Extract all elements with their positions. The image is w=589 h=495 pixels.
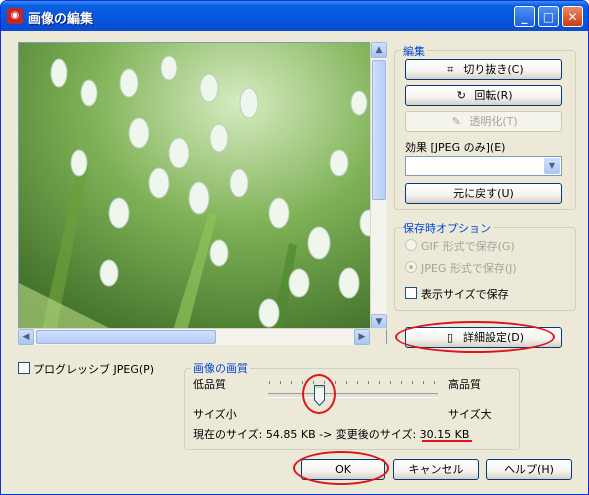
progressive-jpeg-label: プログレッシブ JPEG(P) bbox=[33, 363, 155, 376]
slider-tick bbox=[335, 381, 336, 384]
jpeg-radio-label: JPEG 形式で保存(J) bbox=[421, 262, 517, 275]
scroll-right-icon[interactable]: ▶ bbox=[354, 329, 370, 345]
transparent-button[interactable]: ✎ 透明化(T) bbox=[405, 111, 562, 132]
slider-tick bbox=[269, 381, 270, 384]
horizontal-scroll-thumb[interactable] bbox=[36, 330, 216, 344]
transparent-label: 透明化(T) bbox=[469, 115, 518, 128]
slider-tick bbox=[401, 381, 402, 384]
crop-icon: ⌗ bbox=[447, 63, 454, 76]
scroll-left-icon[interactable]: ◀ bbox=[18, 329, 34, 345]
slider-tick bbox=[379, 381, 380, 384]
size-info-prefix: 現在のサイズ: 54.85 KB -> 変更後のサイズ: bbox=[193, 428, 420, 441]
rotate-label: 回転(R) bbox=[474, 89, 513, 102]
high-quality-label: 高品質 bbox=[448, 378, 481, 391]
display-size-label: 表示サイズで保存 bbox=[421, 288, 509, 301]
size-grip bbox=[370, 328, 386, 344]
revert-button[interactable]: 元に戻す(U) bbox=[405, 183, 562, 204]
dialog-client: ▲ ▼ ◀ ▶ 編集 ⌗ 切り抜き(C) ↻ 回転(R) ✎ 透明化(T) 効果 [J… bbox=[4, 31, 585, 491]
cancel-button[interactable]: キャンセル bbox=[393, 459, 479, 480]
slider-tick bbox=[423, 381, 424, 384]
highlight-ok bbox=[293, 451, 389, 485]
vertical-scroll-thumb[interactable] bbox=[372, 60, 386, 200]
preview-vertical-scrollbar[interactable]: ▲ ▼ bbox=[370, 42, 387, 330]
display-size-checkbox[interactable] bbox=[405, 287, 417, 299]
title-bar[interactable]: ◉ 画像の編集 _ □ ✕ bbox=[1, 1, 588, 31]
progressive-jpeg-checkbox[interactable] bbox=[18, 362, 30, 374]
highlight-details bbox=[395, 321, 555, 353]
slider-tick bbox=[412, 381, 413, 384]
gif-radio[interactable] bbox=[405, 239, 417, 251]
crop-button[interactable]: ⌗ 切り抜き(C) bbox=[405, 59, 562, 80]
save-options-label: 保存時オプション bbox=[401, 220, 493, 236]
gif-radio-label: GIF 形式で保存(G) bbox=[421, 240, 515, 253]
preview-horizontal-scrollbar[interactable]: ◀ ▶ bbox=[18, 328, 370, 345]
effect-label: 効果 [JPEG のみ](E) bbox=[405, 141, 506, 154]
highlight-slider bbox=[302, 374, 336, 414]
close-icon[interactable]: ✕ bbox=[562, 6, 583, 27]
slider-tick bbox=[346, 381, 347, 384]
scroll-up-icon[interactable]: ▲ bbox=[371, 42, 387, 58]
jpeg-radio[interactable] bbox=[405, 261, 417, 273]
rotate-button[interactable]: ↻ 回転(R) bbox=[405, 85, 562, 106]
flower-photo bbox=[19, 43, 386, 343]
chevron-down-icon[interactable]: ▼ bbox=[544, 158, 560, 174]
help-button[interactable]: ヘルプ(H) bbox=[486, 459, 572, 480]
large-size-label: サイズ大 bbox=[448, 408, 492, 421]
slider-tick bbox=[368, 381, 369, 384]
paint-app-icon: ◉ bbox=[7, 8, 23, 24]
pencil-icon: ✎ bbox=[451, 115, 461, 128]
window-title: 画像の編集 bbox=[28, 12, 94, 27]
quality-slider-track[interactable] bbox=[268, 393, 438, 398]
maximize-icon[interactable]: □ bbox=[538, 6, 559, 27]
effect-dropdown[interactable]: ▼ bbox=[405, 156, 562, 176]
edit-group-label: 編集 bbox=[401, 43, 427, 59]
slider-tick bbox=[357, 381, 358, 384]
slider-tick bbox=[434, 381, 435, 384]
quality-group-label: 画像の画質 bbox=[191, 360, 250, 376]
rotate-icon: ↻ bbox=[456, 89, 466, 102]
new-size-underline bbox=[422, 440, 472, 442]
slider-tick bbox=[291, 381, 292, 384]
crop-label: 切り抜き(C) bbox=[463, 63, 524, 76]
slider-tick bbox=[390, 381, 391, 384]
low-quality-label: 低品質 bbox=[193, 378, 226, 391]
edit-image-dialog: ◉ 画像の編集 _ □ ✕ ▲ ▼ ◀ ▶ 編集 ⌗ 切り抜き(C) ↻ 回転(… bbox=[0, 0, 589, 495]
slider-tick bbox=[280, 381, 281, 384]
small-size-label: サイズ小 bbox=[193, 408, 237, 421]
minimize-icon[interactable]: _ bbox=[514, 6, 535, 27]
slider-tick bbox=[302, 381, 303, 384]
image-preview[interactable] bbox=[18, 42, 387, 344]
